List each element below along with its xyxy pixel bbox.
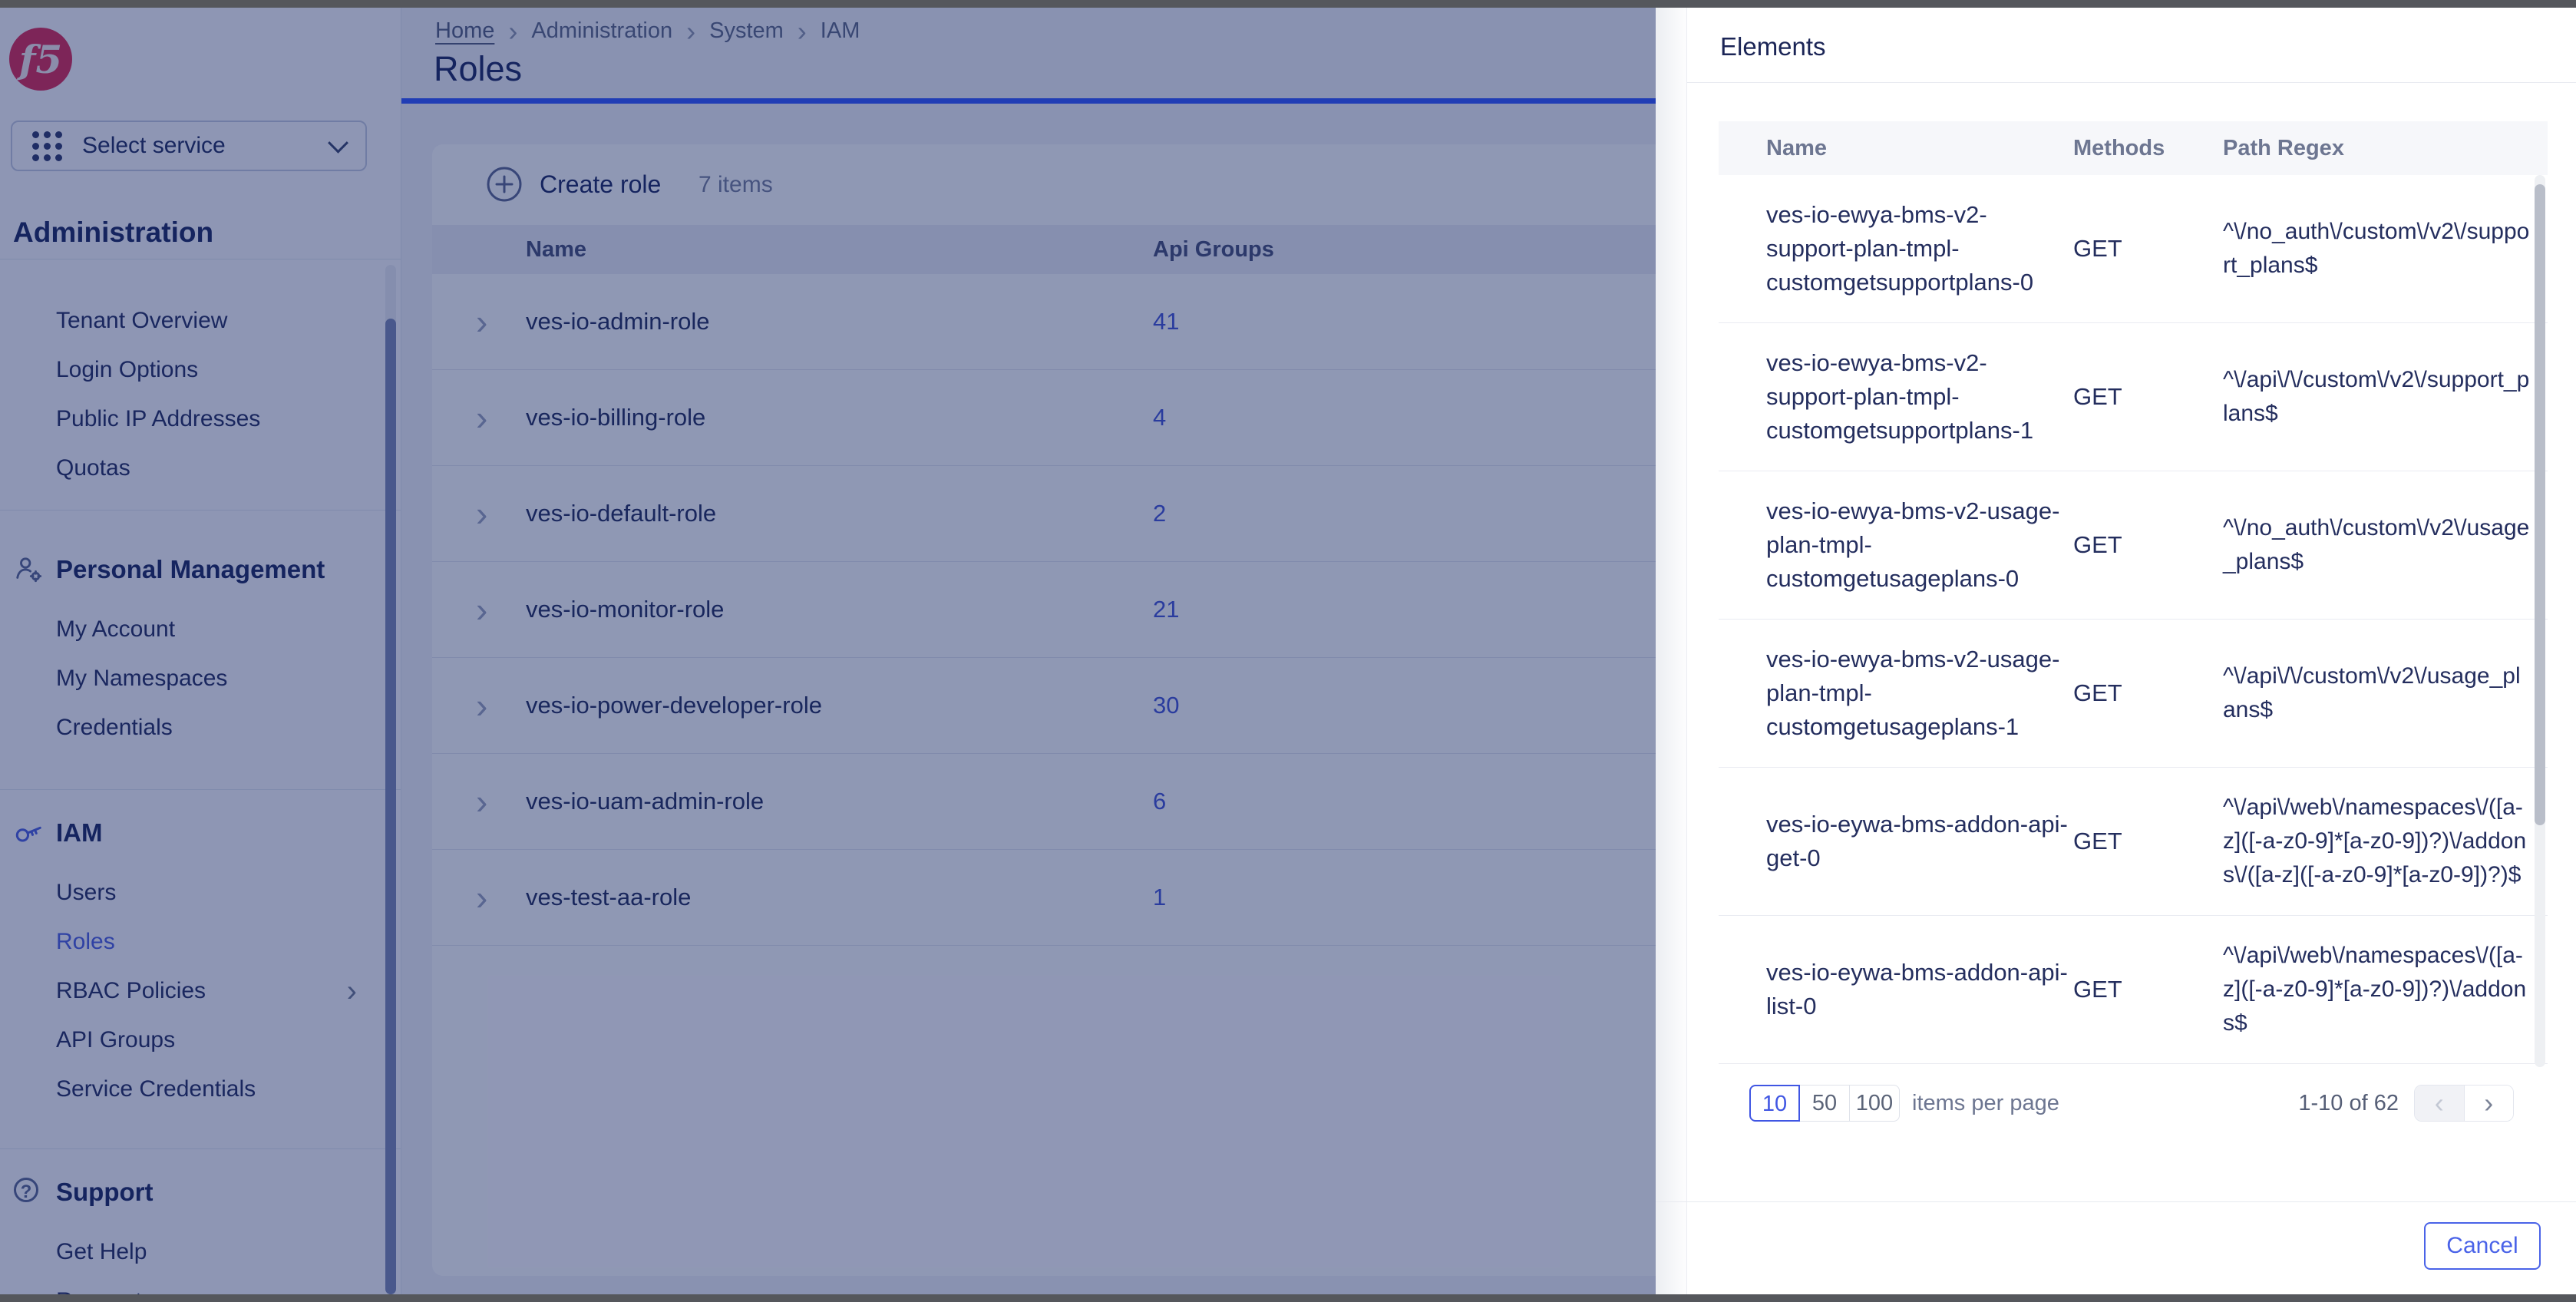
- element-method: GET: [2073, 380, 2223, 414]
- element-name: ves-io-ewya-bms-v2-support-plan-tmpl-cus…: [1766, 346, 2073, 448]
- column-header-name: Name: [1766, 136, 2073, 161]
- panel-scrollbar-thumb[interactable]: [2535, 184, 2545, 825]
- element-method: GET: [2073, 232, 2223, 266]
- element-row: ves-io-ewya-bms-v2-support-plan-tmpl-cus…: [1719, 175, 2548, 323]
- element-method: GET: [2073, 973, 2223, 1006]
- page-size-group: 1050100: [1749, 1085, 1900, 1122]
- app-window: f5 Select service Administration Tenant …: [0, 0, 2576, 1302]
- element-path-regex: ^\/api\/web\/namespaces\/([a-z]([-a-z0-9…: [2223, 939, 2530, 1040]
- items-per-page-label: items per page: [1912, 1085, 2059, 1122]
- element-row: ves-io-ewya-bms-v2-support-plan-tmpl-cus…: [1719, 323, 2548, 471]
- element-name: ves-io-ewya-bms-v2-support-plan-tmpl-cus…: [1766, 198, 2073, 299]
- element-row: ves-io-eywa-bms-addon-api-get-0GET^\/api…: [1719, 768, 2548, 916]
- column-header-methods: Methods: [2073, 136, 2223, 161]
- pagination-nav: ‹ ›: [2414, 1085, 2514, 1122]
- panel-title: Elements: [1720, 32, 1826, 61]
- window-top-strip: [0, 0, 2576, 8]
- page-size-100-button[interactable]: 100: [1849, 1085, 1900, 1122]
- element-path-regex: ^\/api\/\/custom\/v2\/usage_plans$: [2223, 659, 2530, 727]
- element-path-regex: ^\/api\/web\/namespaces\/([a-z]([-a-z0-9…: [2223, 791, 2530, 892]
- element-name: ves-io-ewya-bms-v2-usage-plan-tmpl-custo…: [1766, 643, 2073, 744]
- element-name: ves-io-ewya-bms-v2-usage-plan-tmpl-custo…: [1766, 494, 2073, 596]
- element-path-regex: ^\/no_auth\/custom\/v2\/support_plans$: [2223, 215, 2530, 283]
- element-path-regex: ^\/no_auth\/custom\/v2\/usage_plans$: [2223, 511, 2530, 579]
- element-name: ves-io-eywa-bms-addon-api-list-0: [1766, 956, 2073, 1023]
- element-method: GET: [2073, 824, 2223, 858]
- elements-panel-inner: Elements Name Methods Path Regex ves-io-…: [1686, 8, 2576, 1294]
- element-row: ves-io-eywa-bms-addon-api-list-0GET^\/ap…: [1719, 916, 2548, 1064]
- window-bottom-strip: [0, 1294, 2576, 1302]
- previous-page-button[interactable]: ‹: [2415, 1086, 2464, 1121]
- element-method: GET: [2073, 676, 2223, 710]
- divider: [1687, 82, 2576, 83]
- element-name: ves-io-eywa-bms-addon-api-get-0: [1766, 808, 2073, 875]
- element-row: ves-io-ewya-bms-v2-usage-plan-tmpl-custo…: [1719, 471, 2548, 620]
- element-row: ves-io-ewya-bms-v2-usage-plan-tmpl-custo…: [1719, 620, 2548, 768]
- pagination-range: 1-10 of 62: [2298, 1085, 2399, 1122]
- element-path-regex: ^\/api\/\/custom\/v2\/support_plans$: [2223, 363, 2530, 431]
- elements-table: Name Methods Path Regex ves-io-ewya-bms-…: [1719, 121, 2548, 1067]
- page-size-10-button[interactable]: 10: [1749, 1085, 1800, 1122]
- column-header-path-regex: Path Regex: [2223, 136, 2530, 161]
- page-size-50-button[interactable]: 50: [1799, 1085, 1850, 1122]
- element-method: GET: [2073, 528, 2223, 562]
- pagination: 1050100 items per page 1-10 of 62 ‹ ›: [1687, 1085, 2576, 1122]
- panel-footer-divider: [1656, 1201, 2576, 1202]
- elements-table-body: ves-io-ewya-bms-v2-support-plan-tmpl-cus…: [1719, 175, 2548, 1064]
- cancel-button[interactable]: Cancel: [2424, 1222, 2541, 1270]
- elements-panel: Elements Name Methods Path Regex ves-io-…: [1656, 8, 2576, 1294]
- elements-table-header: Name Methods Path Regex: [1719, 121, 2548, 175]
- next-page-button[interactable]: ›: [2464, 1086, 2514, 1121]
